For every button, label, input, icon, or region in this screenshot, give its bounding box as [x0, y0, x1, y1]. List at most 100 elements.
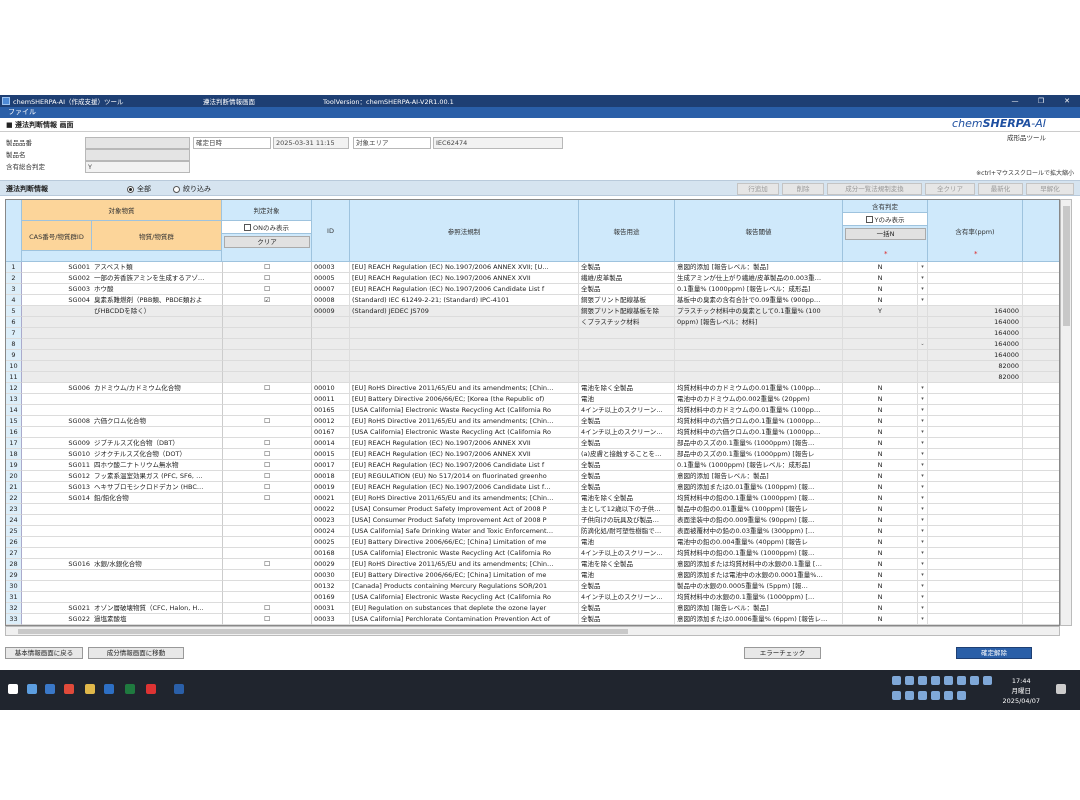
table-row[interactable]: 19 SG011 四ホウ酸二ナトリウム無水物 ☐ 00017 [EU] REACH Reg…: [6, 460, 1059, 471]
table-row[interactable]: 14 00165 [USA California] Electronic Waste…: [6, 405, 1059, 416]
tray-icon[interactable]: [944, 691, 953, 700]
table-row[interactable]: 31 00169 [USA California] Electronic Waste…: [6, 592, 1059, 603]
contain-dropdown-icon[interactable]: ▾: [918, 614, 928, 625]
contain-dropdown-icon[interactable]: [918, 361, 928, 372]
judge-checkbox[interactable]: ☑: [222, 295, 312, 306]
contain-judge-cell[interactable]: [843, 339, 918, 350]
table-row[interactable]: 23 00022 [USA] Consumer Product Safety Imp…: [6, 504, 1059, 515]
contain-dropdown-icon[interactable]: ▾: [918, 449, 928, 460]
table-row[interactable]: 6 くプラスチック材料 0ppm) [報告レベル：材料] 164000: [6, 317, 1059, 328]
judge-checkbox[interactable]: ☐: [222, 262, 312, 273]
judge-checkbox[interactable]: ☐: [222, 460, 312, 471]
contain-judge-cell[interactable]: [843, 317, 918, 328]
contain-dropdown-icon[interactable]: [918, 306, 928, 317]
table-row[interactable]: 17 SG009 ジブチルスズ化合物（DBT） ☐ 00014 [EU] REACH Re…: [6, 438, 1059, 449]
ppm-cell[interactable]: [928, 471, 1023, 482]
contain-dropdown-icon[interactable]: ▾: [918, 559, 928, 570]
judge-checkbox[interactable]: ☐: [222, 493, 312, 504]
judge-checkbox[interactable]: [222, 515, 312, 526]
table-row[interactable]: 28 SG016 水銀/水銀化合物 ☐ 00029 [EU] RoHS Directive…: [6, 559, 1059, 570]
judge-checkbox[interactable]: [222, 570, 312, 581]
contain-dropdown-icon[interactable]: ▾: [918, 493, 928, 504]
contain-judge-cell[interactable]: [843, 372, 918, 383]
contain-dropdown-icon[interactable]: ▾: [918, 471, 928, 482]
table-row[interactable]: 11 82000: [6, 372, 1059, 383]
to-component-button[interactable]: 成分情報画面に移動: [88, 647, 184, 659]
ppm-cell[interactable]: [928, 449, 1023, 460]
table-row[interactable]: 8 ⌄ 164000: [6, 339, 1059, 350]
judge-checkbox[interactable]: ☐: [222, 438, 312, 449]
judge-checkbox[interactable]: [222, 548, 312, 559]
table-row[interactable]: 9 164000: [6, 350, 1059, 361]
close-button[interactable]: ✕: [1054, 95, 1080, 107]
contain-dropdown-icon[interactable]: ▾: [918, 504, 928, 515]
contain-dropdown-icon[interactable]: ▾: [918, 262, 928, 273]
contain-judge-cell[interactable]: N: [843, 273, 918, 284]
contain-dropdown-icon[interactable]: ▾: [918, 482, 928, 493]
table-row[interactable]: 13 00011 [EU] Battery Directive 2006/66/EC…: [6, 394, 1059, 405]
outlook-icon[interactable]: [104, 684, 114, 694]
contain-dropdown-icon[interactable]: [918, 328, 928, 339]
contain-dropdown-icon[interactable]: [918, 317, 928, 328]
ppm-cell[interactable]: [928, 460, 1023, 471]
contain-dropdown-icon[interactable]: ▾: [918, 592, 928, 603]
contain-judge-cell[interactable]: N: [843, 460, 918, 471]
part-name-field[interactable]: [85, 149, 190, 161]
contain-dropdown-icon[interactable]: ▾: [918, 537, 928, 548]
contain-judge-cell[interactable]: N: [843, 493, 918, 504]
pdf-icon[interactable]: [146, 684, 156, 694]
ppm-cell[interactable]: [928, 427, 1023, 438]
contain-dropdown-icon[interactable]: ▾: [918, 438, 928, 449]
contain-judge-cell[interactable]: [843, 361, 918, 372]
start-icon[interactable]: [8, 684, 18, 694]
tray-icon[interactable]: [970, 676, 979, 685]
judge-checkbox[interactable]: ☐: [222, 471, 312, 482]
ppm-cell[interactable]: [928, 515, 1023, 526]
bulk-n-button[interactable]: 一括N: [845, 228, 926, 240]
contain-judge-cell[interactable]: N: [843, 592, 918, 603]
ppm-cell[interactable]: [928, 383, 1023, 394]
convert-button[interactable]: 成分一覧法規制変換: [827, 183, 922, 195]
table-row[interactable]: 29 00030 [EU] Battery Directive 2006/66/EC…: [6, 570, 1059, 581]
ppm-cell[interactable]: 82000: [928, 372, 1023, 383]
contain-judge-cell[interactable]: N: [843, 548, 918, 559]
contain-judge-cell[interactable]: N: [843, 603, 918, 614]
contain-judge-cell[interactable]: N: [843, 394, 918, 405]
explorer-icon[interactable]: [85, 684, 95, 694]
tray-icon[interactable]: [983, 676, 992, 685]
taskbar-clock[interactable]: 17:44 月曜日 2025/04/07: [1003, 676, 1040, 706]
delete-button[interactable]: 削除: [782, 183, 824, 195]
taskbar-app-2-icon[interactable]: [45, 684, 55, 694]
judge-checkbox[interactable]: [222, 581, 312, 592]
ppm-cell[interactable]: [928, 504, 1023, 515]
judge-checkbox[interactable]: [222, 328, 312, 339]
judge-checkbox[interactable]: [222, 592, 312, 603]
contain-judge-cell[interactable]: N: [843, 295, 918, 306]
tray-icon[interactable]: [957, 691, 966, 700]
contain-judge-cell[interactable]: N: [843, 482, 918, 493]
contain-dropdown-icon[interactable]: ▾: [918, 383, 928, 394]
minimize-button[interactable]: —: [1002, 95, 1028, 107]
chrome-icon[interactable]: [64, 684, 74, 694]
judge-checkbox[interactable]: ☐: [222, 603, 312, 614]
contain-judge-cell[interactable]: N: [843, 262, 918, 273]
ppm-cell[interactable]: [928, 284, 1023, 295]
ppm-cell[interactable]: [928, 614, 1023, 625]
judge-checkbox[interactable]: ☐: [222, 383, 312, 394]
contain-judge-cell[interactable]: N: [843, 449, 918, 460]
ppm-cell[interactable]: [928, 548, 1023, 559]
contain-dropdown-icon[interactable]: ▾: [918, 273, 928, 284]
contain-dropdown-icon[interactable]: ▾: [918, 427, 928, 438]
contain-judge-cell[interactable]: N: [843, 405, 918, 416]
judge-checkbox[interactable]: [222, 361, 312, 372]
table-row[interactable]: 4 SG004 臭素系難燃剤（PBB類、PBDE類およ ☑ 00008 (Standard…: [6, 295, 1059, 306]
tray-icon[interactable]: [892, 691, 901, 700]
ppm-cell[interactable]: [928, 273, 1023, 284]
tray-icon[interactable]: [944, 676, 953, 685]
ppm-cell[interactable]: 82000: [928, 361, 1023, 372]
contain-judge-cell[interactable]: N: [843, 438, 918, 449]
menu-file[interactable]: ファイル: [8, 108, 36, 116]
contain-judge-cell[interactable]: N: [843, 416, 918, 427]
y-only-checkbox[interactable]: [865, 215, 873, 223]
ppm-cell[interactable]: [928, 295, 1023, 306]
